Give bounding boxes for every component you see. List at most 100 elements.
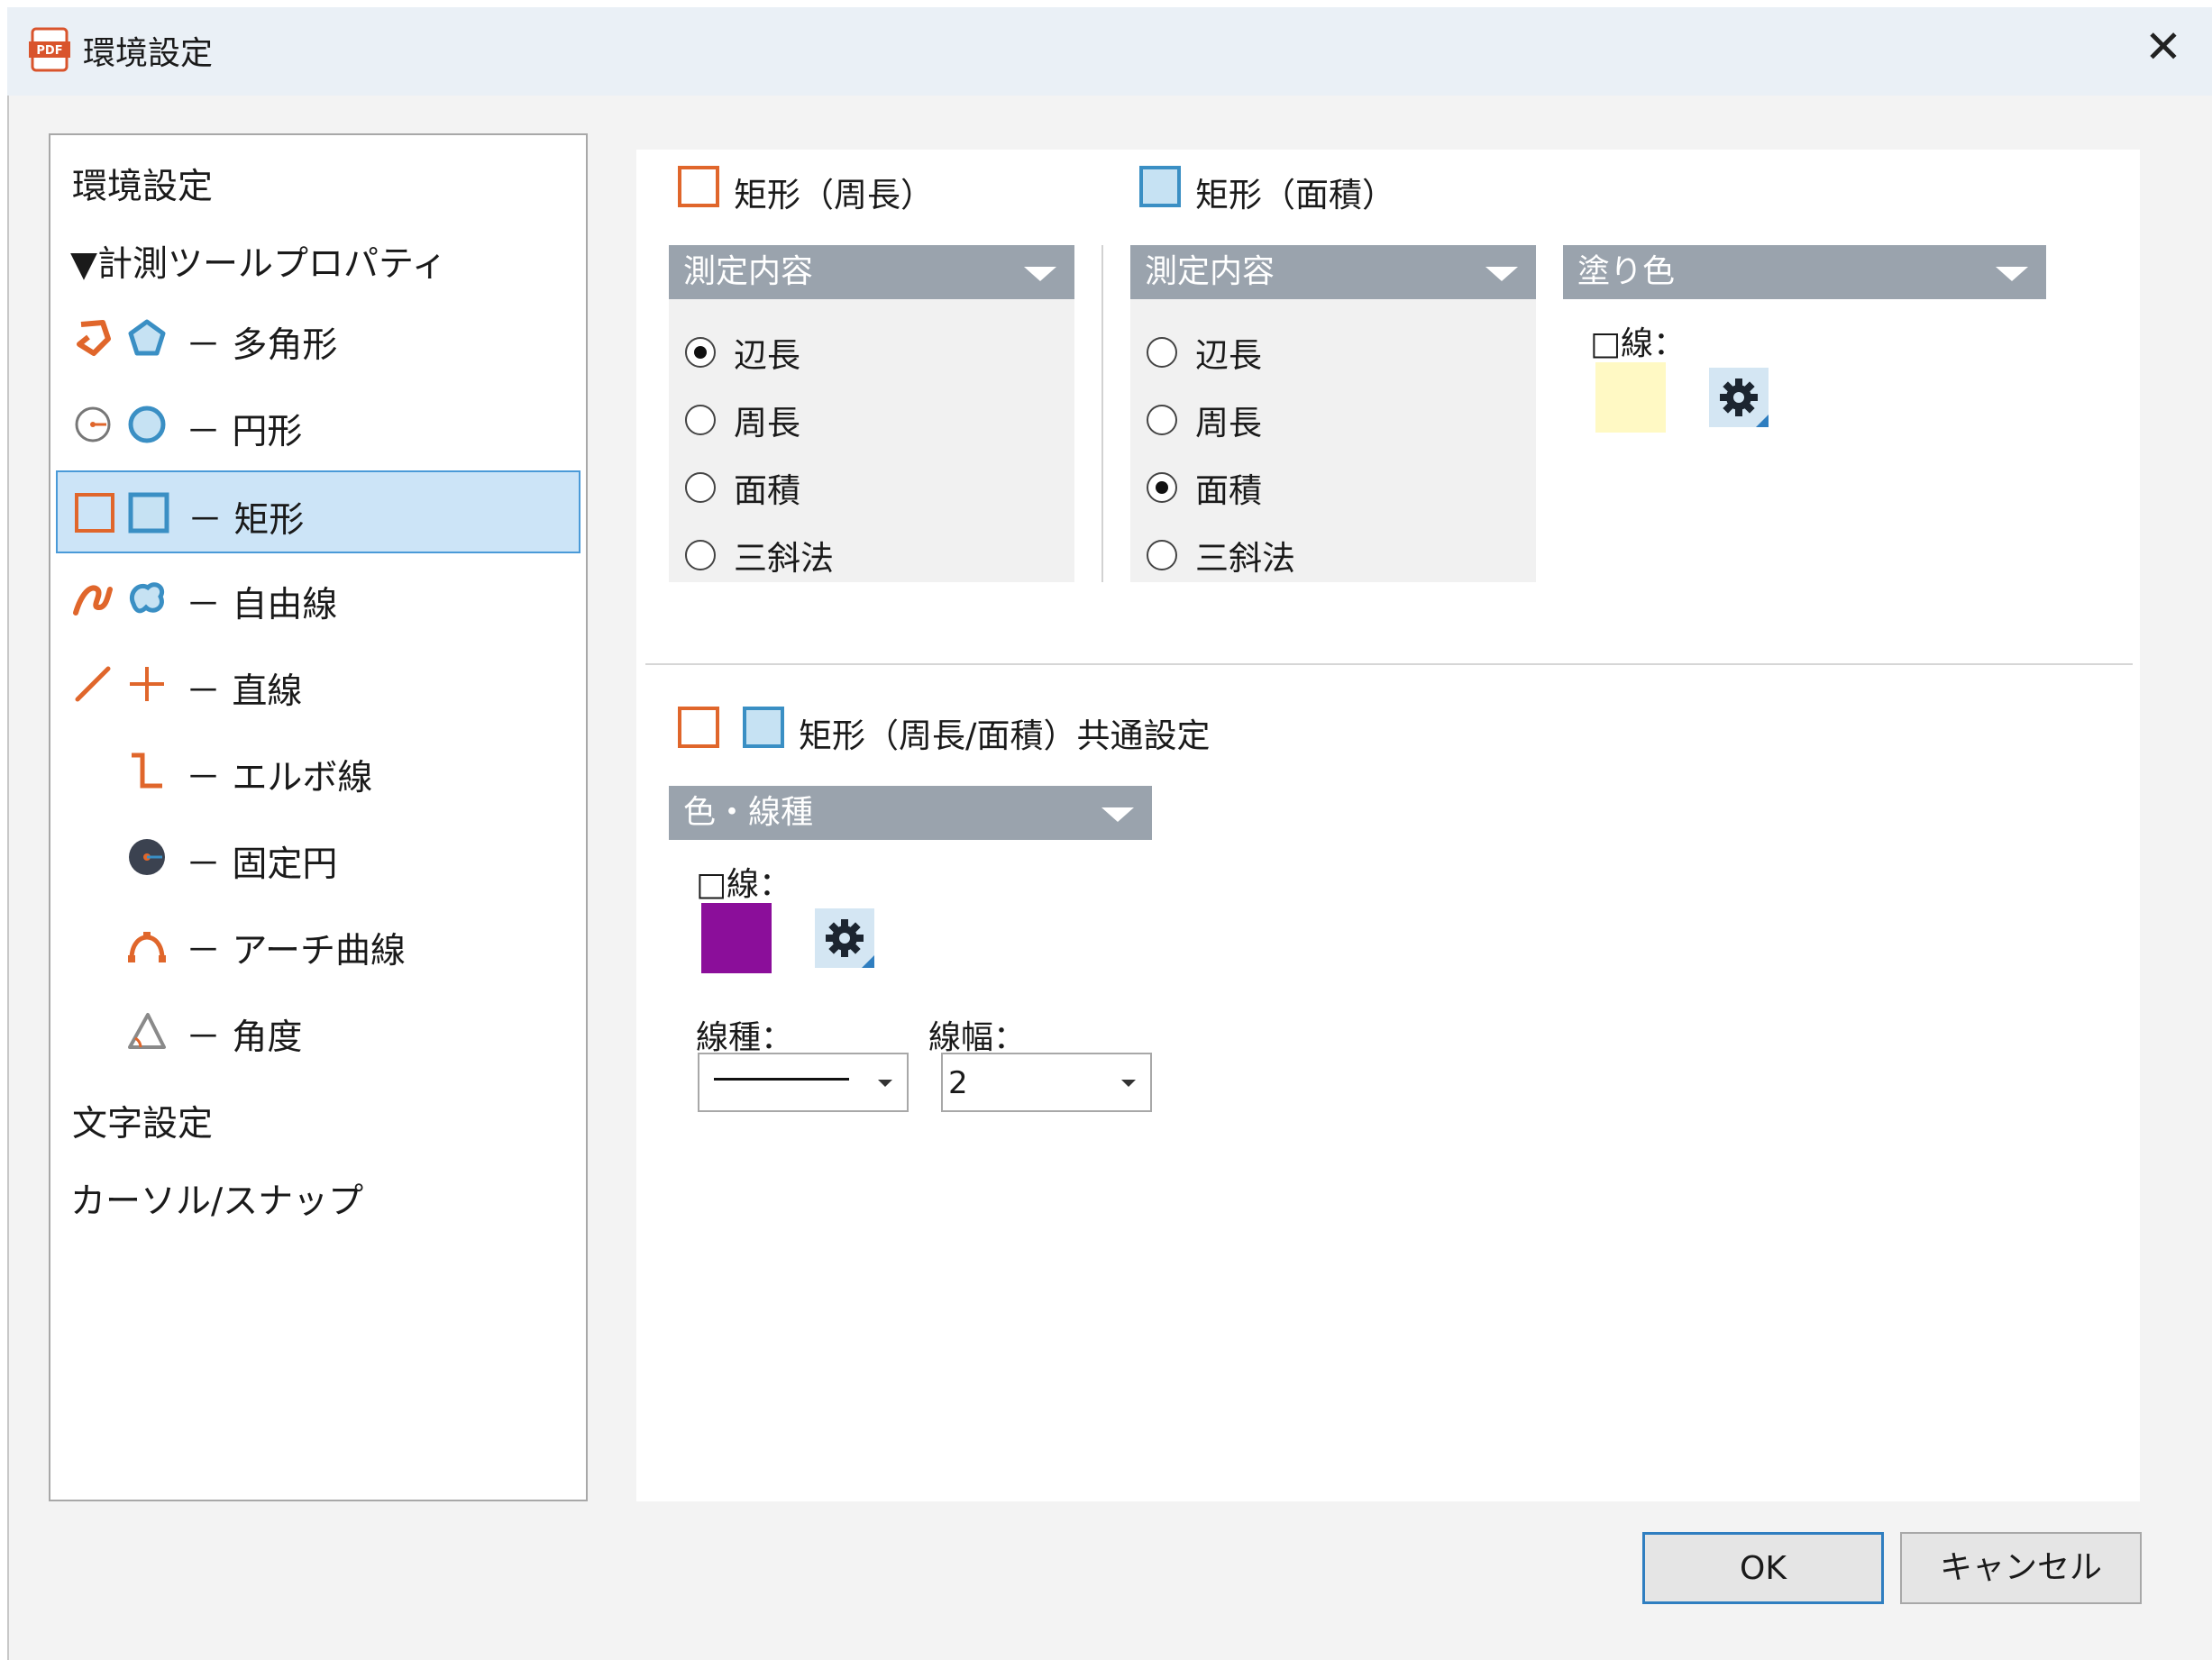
solid-line-preview (714, 1078, 849, 1081)
tree-item-measure-tool-properties[interactable]: ▼計測ツールプロパティ (70, 236, 447, 287)
collapse-arrow-icon (1996, 267, 2028, 281)
dropdown-arrow-icon (1121, 1080, 1136, 1087)
perimeter-option-area[interactable]: 面積 (685, 463, 800, 512)
collapse-arrow-icon (1024, 267, 1056, 281)
tree-item-label: － エルボ線 (186, 758, 373, 798)
line-type-select[interactable] (698, 1053, 909, 1112)
area-header: 矩形（面積） (1195, 176, 1395, 214)
tree-item-arch-curve[interactable]: － アーチ曲線 (56, 903, 580, 986)
rectangle-area-icon (1139, 166, 1181, 207)
line-icon (75, 666, 111, 702)
tree-item-freehand[interactable]: － 自由線 (56, 557, 580, 640)
circle-radius-icon (75, 406, 111, 442)
line-color-label: □線： (696, 866, 792, 903)
tree-item-label: － 多角形 (186, 325, 338, 366)
title-bar (7, 7, 2212, 96)
tree-item-label: － 直線 (186, 671, 303, 712)
freehand-open-icon (73, 585, 113, 616)
tree-item-label: － 自由線 (186, 585, 338, 625)
fill-settings-button[interactable] (1709, 368, 1769, 427)
gear-icon (1720, 379, 1758, 416)
radio-button[interactable] (685, 472, 716, 503)
tree-item-preferences[interactable]: 環境設定 (72, 159, 213, 209)
tree-item-label: － 角度 (186, 1017, 303, 1058)
line-color-swatch[interactable] (701, 903, 772, 973)
corner-indicator-icon (1756, 415, 1769, 427)
svg-text:PDF: PDF (36, 44, 62, 58)
rectangle-filled-icon (128, 492, 169, 534)
perimeter-option-perimeter[interactable]: 周長 (685, 396, 800, 444)
window-title: 環境設定 (83, 35, 214, 72)
area-option-triangulation[interactable]: 三斜法 (1147, 531, 1295, 579)
tree-item-circle[interactable]: － 円形 (56, 384, 580, 467)
dropdown-arrow-icon (878, 1080, 892, 1087)
column-divider (1101, 245, 1103, 582)
tree-item-label: － 円形 (186, 412, 303, 452)
area-option-side-length[interactable]: 辺長 (1147, 328, 1262, 377)
corner-indicator-icon (862, 955, 874, 968)
line-type-label: 線種： (696, 1019, 794, 1056)
close-button[interactable]: ✕ (2136, 20, 2190, 74)
group-title: 塗り色 (1577, 253, 1676, 290)
rectangle-outline-icon (75, 493, 114, 533)
radio-button[interactable] (1147, 472, 1177, 503)
common-settings-header: 矩形（周長/面積）共通設定 (799, 716, 1211, 755)
gear-icon (826, 919, 864, 957)
area-option-perimeter[interactable]: 周長 (1147, 396, 1262, 444)
tree-item-text-settings[interactable]: 文字設定 (72, 1096, 213, 1146)
tree-item-polygon[interactable]: － 多角形 (56, 297, 580, 380)
radio-button[interactable] (685, 337, 716, 368)
circle-icon (128, 406, 166, 443)
tree-item-elbow-line[interactable]: － エルボ線 (56, 730, 580, 813)
section-divider (645, 663, 2133, 665)
collapse-arrow-icon (1485, 267, 1518, 281)
fixed-circle-icon (129, 839, 165, 875)
tree-item-cursor-snap[interactable]: カーソル/スナップ (70, 1173, 363, 1224)
polygon-filled-icon (128, 319, 166, 356)
rectangle-perimeter-icon (678, 707, 719, 748)
cross-line-icon (130, 667, 164, 701)
line-settings-button[interactable] (815, 908, 874, 968)
group-title: 測定内容 (683, 253, 814, 290)
radio-button[interactable] (1147, 337, 1177, 368)
angle-icon (128, 1013, 166, 1049)
group-title: 測定内容 (1145, 253, 1275, 290)
perimeter-measure-group: 測定内容 辺長 周長 面積 三斜法 (669, 245, 1074, 582)
arch-curve-icon (128, 932, 166, 962)
tree-item-fixed-circle[interactable]: － 固定円 (56, 816, 580, 899)
line-width-value: 2 (948, 1065, 968, 1101)
area-measure-group: 測定内容 辺長 周長 面積 三斜法 (1130, 245, 1536, 582)
rectangle-perimeter-icon (678, 166, 719, 207)
freehand-closed-icon (130, 582, 164, 614)
tree-item-label: － 固定円 (186, 844, 338, 885)
area-measure-dropdown[interactable]: 測定内容 (1130, 245, 1536, 299)
area-option-area[interactable]: 面積 (1147, 463, 1262, 512)
tree-item-label: － 矩形 (187, 500, 305, 541)
fill-color-swatch[interactable] (1595, 362, 1666, 433)
pdf-app-icon: PDF (29, 27, 70, 72)
color-linetype-dropdown[interactable]: 色・線種 (669, 786, 1152, 840)
line-width-label: 線幅： (928, 1019, 1027, 1056)
tree-item-label: － アーチ曲線 (186, 931, 407, 971)
perimeter-option-side-length[interactable]: 辺長 (685, 328, 800, 377)
collapse-arrow-icon (1101, 807, 1134, 822)
perimeter-measure-dropdown[interactable]: 測定内容 (669, 245, 1074, 299)
tree-item-line[interactable]: － 直線 (56, 643, 580, 726)
radio-button[interactable] (685, 540, 716, 570)
radio-button[interactable] (1147, 405, 1177, 435)
fill-line-label: □線： (1590, 325, 1686, 362)
tree-item-angle[interactable]: － 角度 (56, 990, 580, 1072)
ok-button[interactable]: OK (1642, 1532, 1884, 1604)
group-title: 色・線種 (683, 794, 814, 831)
line-width-select[interactable]: 2 (941, 1053, 1152, 1112)
settings-tree: 環境設定 ▼計測ツールプロパティ － 多角形 － 円形 － 矩形 － 自由線 －… (49, 133, 588, 1501)
radio-button[interactable] (1147, 540, 1177, 570)
perimeter-option-triangulation[interactable]: 三斜法 (685, 531, 834, 579)
cancel-button[interactable]: キャンセル (1900, 1532, 2142, 1604)
rectangle-area-icon (743, 707, 784, 748)
polygon-open-icon (77, 320, 111, 356)
radio-button[interactable] (685, 405, 716, 435)
tree-item-rectangle[interactable]: － 矩形 (56, 470, 580, 553)
fill-color-dropdown[interactable]: 塗り色 (1563, 245, 2046, 299)
elbow-line-icon (132, 752, 162, 789)
